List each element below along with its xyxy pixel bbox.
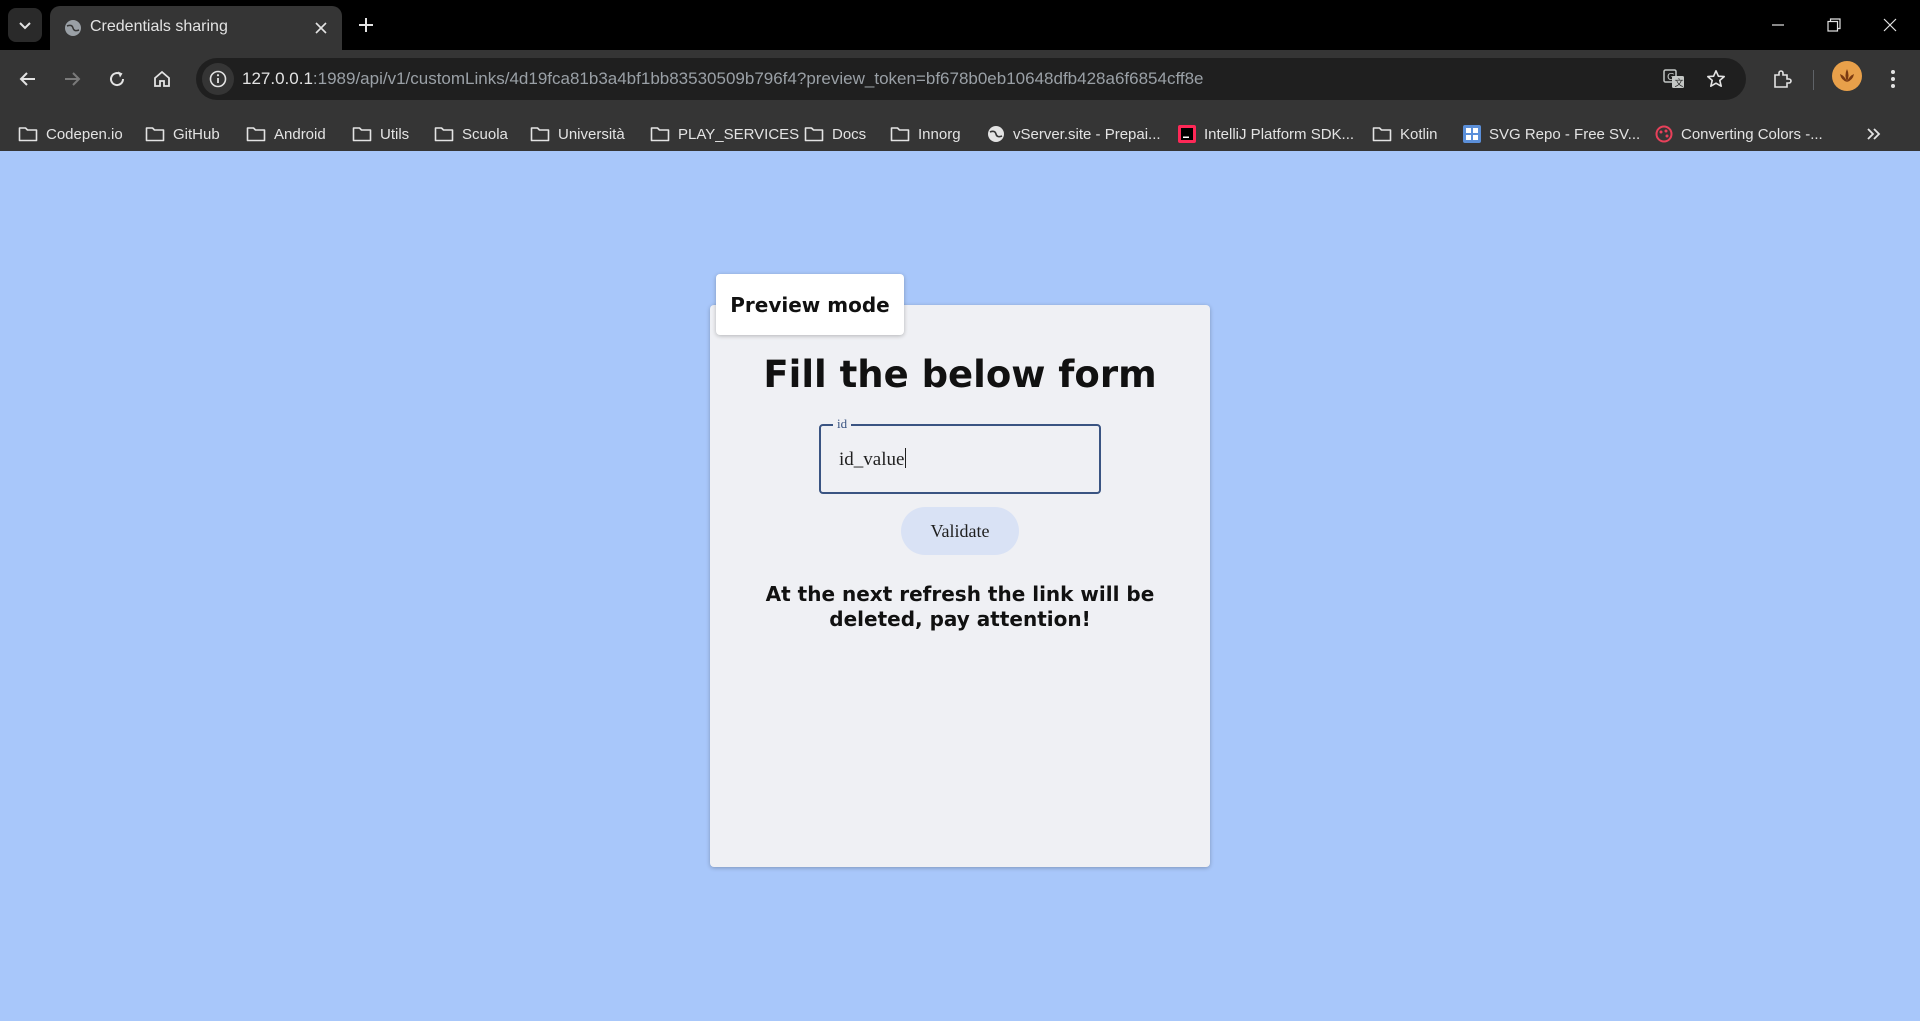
close-window-button[interactable] bbox=[1862, 0, 1918, 50]
minimize-button[interactable] bbox=[1750, 0, 1806, 50]
home-icon bbox=[154, 70, 170, 87]
folder-icon bbox=[145, 127, 165, 142]
form-title: Fill the below form bbox=[763, 353, 1157, 396]
field-underline bbox=[839, 492, 857, 494]
reload-button[interactable] bbox=[100, 62, 134, 96]
bookmark-star-button[interactable] bbox=[1704, 67, 1728, 91]
restore-button[interactable] bbox=[1806, 0, 1862, 50]
folder-icon bbox=[1372, 127, 1392, 142]
plus-icon bbox=[359, 18, 373, 32]
id-input-label: id bbox=[833, 416, 852, 432]
bookmark-label: Scuola bbox=[462, 125, 508, 143]
folder-icon bbox=[18, 127, 38, 142]
new-tab-button[interactable] bbox=[352, 11, 380, 39]
bookmark-vserver[interactable]: vServer.site - Prepai... bbox=[987, 124, 1161, 144]
globe-icon bbox=[65, 20, 81, 36]
tab-title: Credentials sharing bbox=[90, 18, 228, 35]
bookmark-label: Converting Colors -... bbox=[1681, 125, 1823, 143]
bookmark-label: Kotlin bbox=[1400, 125, 1438, 143]
validate-button[interactable]: Validate bbox=[901, 507, 1019, 555]
folder-icon bbox=[890, 127, 910, 142]
more-vert-icon bbox=[1891, 70, 1895, 88]
bookmark-github[interactable]: GitHub bbox=[145, 124, 220, 144]
id-input-value[interactable]: id_value bbox=[839, 448, 907, 471]
bookmark-label: Codepen.io bbox=[46, 125, 123, 143]
star-icon bbox=[1707, 70, 1725, 87]
bookmark-label: IntelliJ Platform SDK... bbox=[1204, 125, 1355, 143]
translate-button[interactable]: G文 bbox=[1662, 67, 1686, 91]
profile-lotus-icon bbox=[1840, 69, 1854, 82]
folder-icon bbox=[530, 127, 550, 142]
tab-credentials-sharing[interactable]: Credentials sharing bbox=[50, 6, 342, 50]
url-host: 127.0.0.1 bbox=[242, 69, 313, 88]
bookmark-universita[interactable]: Università bbox=[530, 124, 625, 144]
browser-toolbar: 127.0.0.1:1989/api/v1/customLinks/4d19fc… bbox=[0, 50, 1920, 158]
bookmark-scuola[interactable]: Scuola bbox=[434, 124, 508, 144]
translate-icon: G文 bbox=[1663, 69, 1684, 89]
bookmark-utils[interactable]: Utils bbox=[352, 124, 409, 144]
bookmark-label: Android bbox=[274, 125, 326, 143]
minimize-icon bbox=[1772, 24, 1784, 26]
folder-icon bbox=[650, 127, 670, 142]
bookmark-label: Utils bbox=[380, 125, 410, 143]
bookmark-innorg[interactable]: Innorg bbox=[890, 124, 961, 144]
tab-close-button[interactable] bbox=[310, 17, 332, 39]
bookmark-kotlin[interactable]: Kotlin bbox=[1372, 124, 1438, 144]
url-text[interactable]: 127.0.0.1:1989/api/v1/customLinks/4d19fc… bbox=[242, 69, 1204, 89]
preview-mode-badge: Preview mode bbox=[716, 274, 904, 335]
bookmark-label: GitHub bbox=[173, 125, 220, 143]
tab-bar: Credentials sharing bbox=[0, 0, 1920, 50]
bookmark-label: Docs bbox=[832, 125, 867, 143]
bookmark-label: Innorg bbox=[918, 125, 961, 143]
bookmark-converting-colors[interactable]: Converting Colors -... bbox=[1655, 124, 1823, 144]
chevron-double-right-icon bbox=[1867, 128, 1881, 140]
bookmark-codepen[interactable]: Codepen.io bbox=[18, 124, 123, 144]
toolbar-divider bbox=[1813, 70, 1814, 90]
restore-icon bbox=[1827, 18, 1841, 32]
arrow-right-icon bbox=[65, 72, 81, 86]
url-path: :1989/api/v1/customLinks/4d19fca81b3a4bf… bbox=[312, 69, 1204, 88]
bookmark-label: Università bbox=[558, 125, 625, 143]
bookmark-intellij[interactable]: IntelliJ Platform SDK... bbox=[1178, 124, 1354, 144]
svgrepo-icon bbox=[1463, 125, 1481, 143]
tab-search-button[interactable] bbox=[8, 8, 42, 42]
page-viewport: Fill the below form id id_value Validate… bbox=[0, 151, 1920, 1021]
id-input[interactable]: id id_value bbox=[819, 416, 1101, 494]
bookmark-label: vServer.site - Prepai... bbox=[1013, 125, 1161, 143]
home-button[interactable] bbox=[145, 62, 179, 96]
bookmark-play-services[interactable]: PLAY_SERVICES bbox=[650, 124, 799, 144]
id-input-text: id_value bbox=[839, 449, 905, 470]
bookmark-android[interactable]: Android bbox=[246, 124, 326, 144]
bookmark-svg-repo[interactable]: SVG Repo - Free SV... bbox=[1463, 124, 1640, 144]
folder-icon bbox=[352, 127, 372, 142]
bookmark-docs[interactable]: Docs bbox=[804, 124, 866, 144]
browser-menu-button[interactable] bbox=[1876, 62, 1910, 96]
palette-icon bbox=[1655, 125, 1673, 143]
puzzle-icon bbox=[1774, 70, 1792, 88]
site-info-button[interactable] bbox=[202, 63, 234, 95]
bookmark-label: SVG Repo - Free SV... bbox=[1489, 125, 1641, 143]
profile-avatar[interactable] bbox=[1832, 61, 1862, 91]
back-button[interactable] bbox=[11, 62, 45, 96]
text-caret bbox=[905, 448, 907, 468]
extensions-button[interactable] bbox=[1765, 62, 1799, 96]
svg-text:文: 文 bbox=[1675, 77, 1684, 89]
form-card: Fill the below form id id_value Validate… bbox=[710, 305, 1210, 867]
info-icon bbox=[209, 70, 227, 88]
folder-icon bbox=[804, 127, 824, 142]
globe-icon bbox=[988, 126, 1004, 142]
folder-icon bbox=[246, 127, 266, 142]
bookmark-label: PLAY_SERVICES bbox=[678, 125, 800, 143]
chevron-down-icon bbox=[19, 22, 31, 30]
folder-icon bbox=[434, 127, 454, 142]
intellij-icon bbox=[1178, 125, 1196, 143]
address-bar[interactable]: 127.0.0.1:1989/api/v1/customLinks/4d19fc… bbox=[196, 58, 1746, 100]
reload-icon bbox=[110, 71, 125, 87]
close-icon bbox=[315, 22, 327, 34]
deletion-warning: At the next refresh the link will be del… bbox=[765, 582, 1155, 631]
forward-button[interactable] bbox=[55, 62, 89, 96]
close-icon bbox=[1883, 18, 1897, 32]
bookmarks-overflow-button[interactable] bbox=[1862, 122, 1886, 146]
arrow-left-icon bbox=[19, 72, 35, 86]
